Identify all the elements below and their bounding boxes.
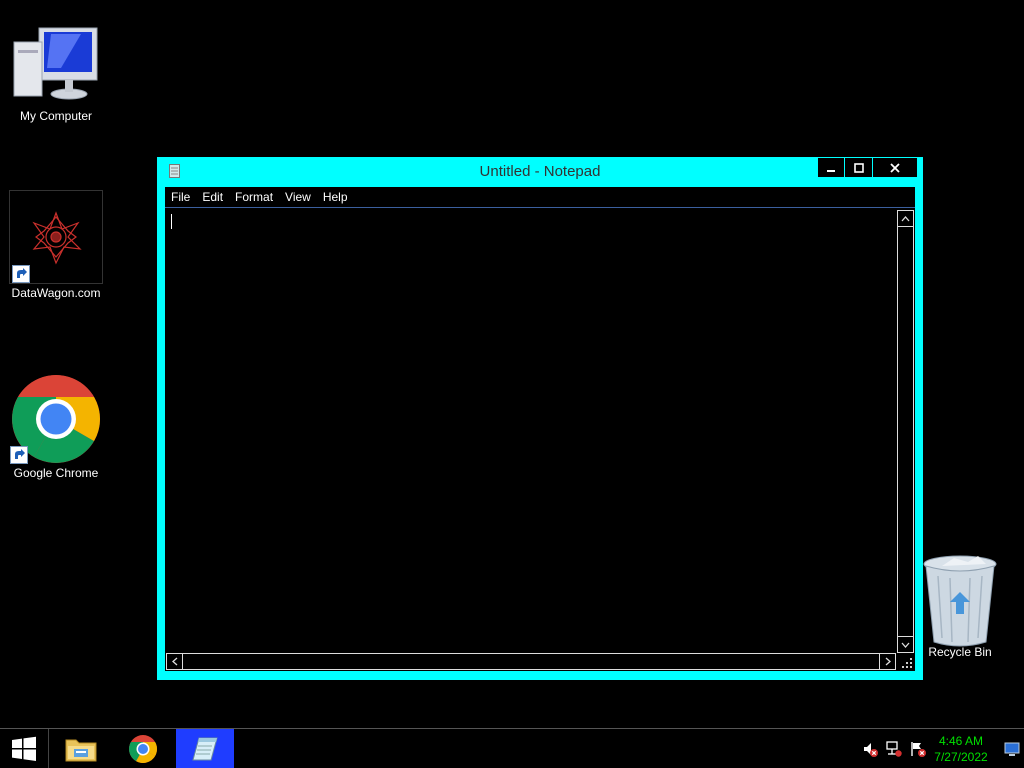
start-icon	[12, 736, 36, 761]
menu-format[interactable]: Format	[229, 190, 279, 204]
taskbar-clock[interactable]: 4:46 AM 7/27/2022	[926, 733, 996, 765]
desktop-icon-label: My Computer	[19, 109, 93, 123]
resize-grip-icon[interactable]	[901, 657, 913, 669]
computer-icon	[13, 27, 98, 100]
chevron-up-icon	[901, 215, 910, 221]
show-desktop-icon[interactable]	[1004, 741, 1020, 757]
desktop-icon-recycle-bin[interactable]: Recycle Bin	[912, 552, 1008, 659]
notepad-window[interactable]: Untitled - Notepad File Edit Format View…	[157, 157, 923, 680]
clock-time: 4:46 AM	[938, 734, 984, 748]
scroll-up-button[interactable]	[898, 211, 913, 226]
horizontal-scrollbar[interactable]	[166, 653, 896, 670]
window-title: Untitled - Notepad	[479, 163, 601, 180]
menu-bar: File Edit Format View Help	[165, 187, 915, 207]
taskbar-file-explorer[interactable]	[58, 729, 104, 768]
close-button[interactable]	[873, 158, 917, 177]
desktop-icon-label: DataWagon.com	[11, 286, 101, 300]
menu-edit[interactable]: Edit	[196, 190, 229, 204]
chrome-icon	[129, 734, 157, 763]
scroll-left-button[interactable]	[167, 654, 182, 669]
chevron-right-icon	[885, 657, 891, 666]
text-caret	[171, 214, 172, 229]
taskbar-notepad-active[interactable]	[176, 729, 234, 768]
notepad-icon	[192, 737, 218, 760]
taskbar: 4:46 AM 7/27/2022	[0, 728, 1024, 768]
maximize-button[interactable]	[845, 158, 872, 177]
shortcut-arrow-icon	[12, 265, 30, 283]
close-icon	[890, 162, 900, 173]
scroll-down-button[interactable]	[898, 637, 913, 652]
scroll-track[interactable]	[898, 226, 913, 637]
desktop-icon-datawagon[interactable]: DataWagon.com	[8, 190, 104, 300]
taskbar-chrome[interactable]	[120, 729, 166, 768]
file-explorer-icon	[65, 739, 97, 761]
desktop-icon-my-computer[interactable]: My Computer	[8, 24, 104, 123]
minimize-icon	[827, 169, 835, 172]
taskbar-separator	[48, 729, 49, 768]
chevron-down-icon	[901, 642, 910, 648]
start-button[interactable]	[0, 729, 48, 768]
recycle-bin-icon	[923, 555, 997, 647]
network-icon[interactable]	[886, 741, 902, 757]
desktop-icon-label: Google Chrome	[13, 466, 99, 480]
title-bar[interactable]: Untitled - Notepad	[157, 157, 923, 185]
desktop-icon-google-chrome[interactable]: Google Chrome	[8, 374, 104, 480]
clock-date: 7/27/2022	[934, 750, 988, 764]
speaker-muted-icon[interactable]	[862, 741, 878, 757]
text-editor[interactable]	[165, 207, 915, 671]
datawagon-tile	[9, 190, 103, 284]
minimize-button[interactable]	[818, 158, 844, 177]
scroll-right-button[interactable]	[880, 654, 895, 669]
shortcut-arrow-icon	[10, 446, 28, 464]
vertical-scrollbar[interactable]	[897, 210, 914, 653]
action-center-flag-icon[interactable]	[910, 741, 926, 757]
menu-file[interactable]: File	[165, 190, 196, 204]
chevron-left-icon	[171, 657, 177, 666]
hscroll-track[interactable]	[182, 654, 880, 669]
menu-help[interactable]: Help	[317, 190, 354, 204]
maximize-icon	[853, 162, 864, 173]
menu-view[interactable]: View	[279, 190, 317, 204]
